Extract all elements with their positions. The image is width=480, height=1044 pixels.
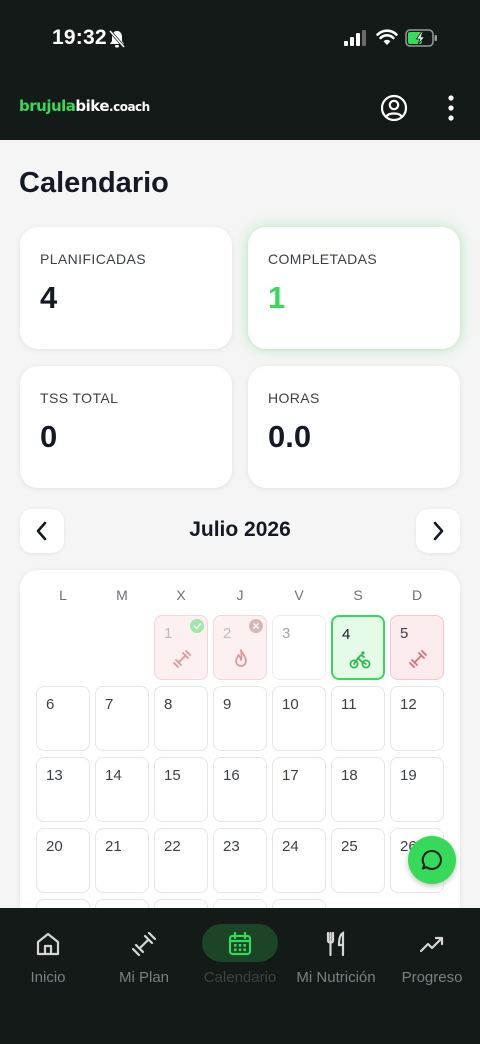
flame-icon [235,649,247,667]
utensils-icon [326,931,345,957]
weekday-label: L [59,587,67,603]
nav-item-mi-nutricion[interactable]: Mi Nutrición [288,908,384,1008]
calendar-day-9[interactable]: 9 [213,686,267,751]
wifi-icon [376,29,398,45]
completed-stat-card: COMPLETADAS 1 [248,227,460,349]
dumbbell-icon [409,650,427,668]
calendar-day-11[interactable]: 11 [331,686,385,751]
status-time: 19:32 [52,26,107,49]
weekday-label: S [353,587,363,603]
bottom-nav: Inicio Mi Plan Calendario Mi Nutrición P… [0,908,480,1044]
chevron-left-icon [36,521,47,541]
chat-button[interactable] [408,836,456,884]
hours-label: HORAS [268,390,320,406]
page-title: Calendario [19,167,169,199]
trending-up-icon [419,936,444,953]
tss-label: TSS TOTAL [40,390,119,406]
nav-label: Progreso [401,969,463,986]
bike-icon [349,651,371,669]
nav-item-calendario[interactable]: Calendario [192,908,288,1008]
weekday-label: J [236,587,244,603]
prev-month-button[interactable] [20,509,64,553]
calendar-day-15[interactable]: 15 [154,757,208,822]
calendar-day-22[interactable]: 22 [154,828,208,893]
calendar-day-13[interactable]: 13 [36,757,90,822]
nav-item-inicio[interactable]: Inicio [0,908,96,1008]
calendar-day-7[interactable]: 7 [95,686,149,751]
signal-icon [344,30,366,46]
calendar-day-25[interactable]: 25 [331,828,385,893]
calendar-day-4[interactable]: 4 [331,615,385,680]
chat-bubble-icon [421,849,442,870]
planned-stat-card: PLANIFICADAS 4 [20,227,232,349]
calendar-day-18[interactable]: 18 [331,757,385,822]
calendar-day-24[interactable]: 24 [272,828,326,893]
calendar-day-16[interactable]: 16 [213,757,267,822]
calendar-day-21[interactable]: 21 [95,828,149,893]
app-header: brujulabike.coach [0,80,480,140]
weekday-label: X [176,587,186,603]
calendar-day-8[interactable]: 8 [154,686,208,751]
planned-label: PLANIFICADAS [40,251,146,267]
weekday-label: M [116,587,128,603]
nav-item-progreso[interactable]: Progreso [384,908,480,1008]
bell-off-icon [108,30,126,48]
chevron-right-icon [433,521,444,541]
profile-icon[interactable] [380,94,408,122]
next-month-button[interactable] [416,509,460,553]
calendar-day-12[interactable]: 12 [390,686,444,751]
status-bar: 19:32 [0,0,480,80]
calendar-day-19[interactable]: 19 [390,757,444,822]
calendar-day-1[interactable]: 1 [154,615,208,680]
tss-value: 0 [40,419,58,454]
hours-stat-card: HORAS 0.0 [248,366,460,488]
weekday-label: D [411,587,423,603]
calendar-day-5[interactable]: 5 [390,615,444,680]
cross-badge-icon [249,619,263,633]
month-label: Julio 2026 [189,518,291,541]
nav-item-mi-plan[interactable]: Mi Plan [96,908,192,1008]
weekday-label: V [294,587,304,603]
hours-value: 0.0 [268,419,312,454]
dumbbell-icon [131,931,157,957]
completed-label: COMPLETADAS [268,251,378,267]
calendar-day-14[interactable]: 14 [95,757,149,822]
calendar-day-6[interactable]: 6 [36,686,90,751]
more-vertical-icon[interactable] [443,94,459,122]
battery-charging-icon [405,29,437,47]
brand-logo: brujulabike.coach [19,97,150,115]
calendar-day-3[interactable]: 3 [272,615,326,680]
calendar-day-17[interactable]: 17 [272,757,326,822]
completed-value: 1 [268,280,286,315]
calendar-day-10[interactable]: 10 [272,686,326,751]
dumbbell-icon [173,650,191,668]
planned-value: 4 [40,280,58,315]
calendar-icon [228,931,252,956]
calendar-day-23[interactable]: 23 [213,828,267,893]
home-icon [36,932,60,956]
calendar-day-2[interactable]: 2 [213,615,267,680]
calendar-day-20[interactable]: 20 [36,828,90,893]
check-badge-icon [190,619,204,633]
tss-stat-card: TSS TOTAL 0 [20,366,232,488]
